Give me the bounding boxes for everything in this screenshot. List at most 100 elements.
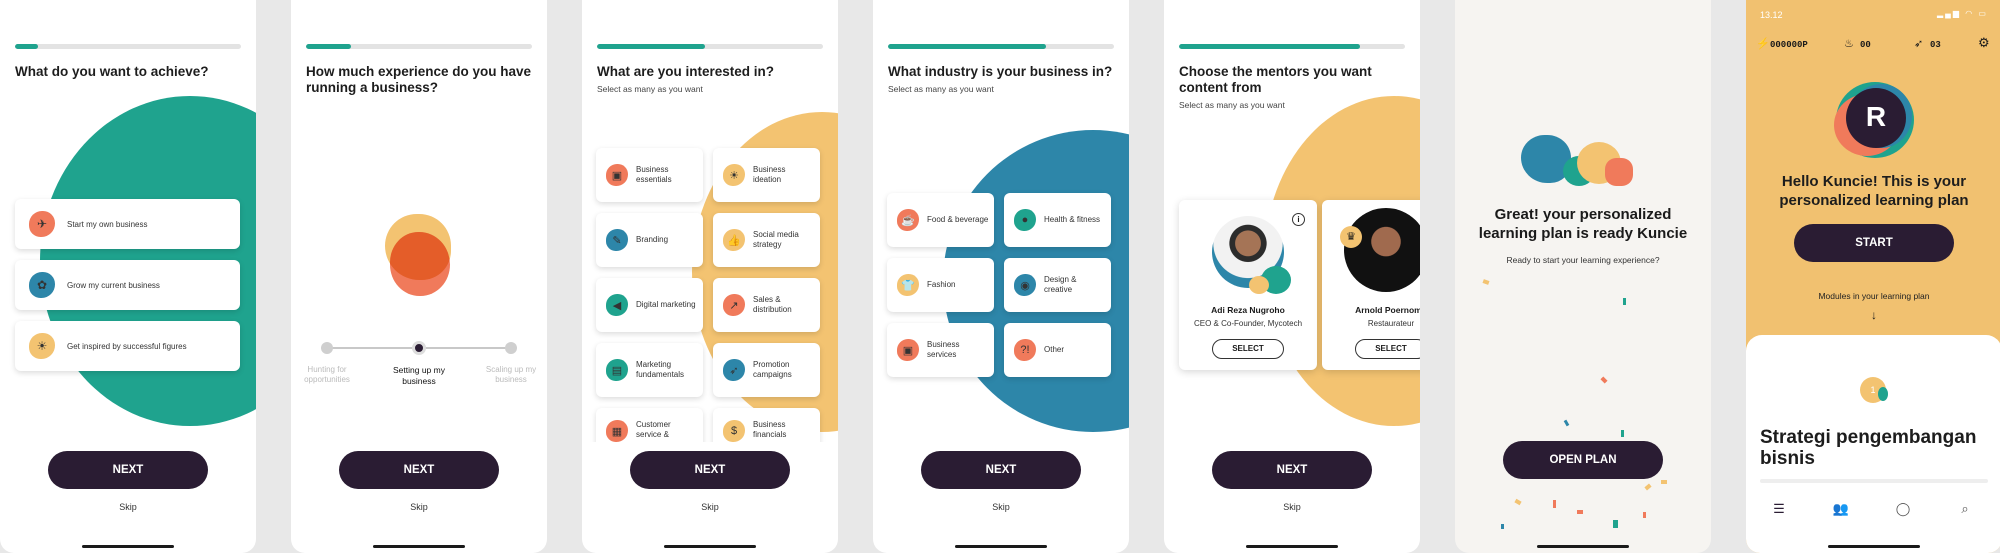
learning-plan-nav-icon[interactable]: ☰: [1770, 500, 1788, 518]
money-bag-icon: $: [723, 420, 745, 442]
modules-label: Modules in your learning plan: [1818, 291, 1930, 301]
option-social-media[interactable]: 👍 Social media strategy: [713, 213, 820, 267]
mentor-photo: [1344, 208, 1420, 292]
mentor-role: Restaurateur: [1367, 319, 1415, 328]
progress-bar: [306, 44, 532, 49]
confetti: [1553, 500, 1556, 508]
gear-icon[interactable]: ⚙: [1978, 35, 1990, 51]
option-label: Digital marketing: [636, 300, 696, 309]
option-label: Food & beverage: [927, 215, 989, 224]
rocket-counter: 03: [1930, 40, 1941, 50]
slider-dot-1[interactable]: [321, 342, 333, 354]
arrow-down-icon: ↓: [1871, 308, 1877, 322]
next-button[interactable]: NEXT: [48, 451, 208, 489]
option-business-financials[interactable]: $ Business financials: [713, 408, 820, 442]
option-label: Business services: [927, 340, 960, 359]
community-nav-icon[interactable]: 👥: [1832, 500, 1850, 518]
confetti: [1577, 510, 1583, 514]
megaphone-icon: ◀: [606, 294, 628, 316]
step-label: Hunting for opportunities: [304, 365, 350, 384]
select-button[interactable]: SELECT: [1212, 339, 1284, 359]
confetti: [1643, 512, 1646, 518]
confetti: [1661, 480, 1667, 484]
option-business-ideation[interactable]: ☀ Business ideation: [713, 148, 820, 202]
confetti: [1623, 298, 1626, 305]
next-button[interactable]: NEXT: [921, 451, 1081, 489]
option-branding[interactable]: ✎ Branding: [596, 213, 703, 267]
module-sheet: 1 Strategi pengembangan bisnis: [1746, 335, 2000, 553]
option-label: Marketing fundamentals: [636, 360, 685, 379]
skip-link[interactable]: Skip: [1164, 502, 1420, 512]
progress-bar: [1179, 44, 1405, 49]
lightning-icon: ⚡: [1756, 38, 1770, 50]
paper-plane-icon: ✈: [29, 211, 55, 237]
option-sales-distribution[interactable]: ↗ Sales & distribution: [713, 278, 820, 332]
confetti: [1644, 483, 1652, 491]
option-business-services[interactable]: ▣ Business services: [887, 323, 994, 377]
open-plan-button[interactable]: OPEN PLAN: [1503, 441, 1663, 479]
progress-bar: [15, 44, 241, 49]
mentor-card[interactable]: i Adi Reza Nugroho CEO & Co-Founder, Myc…: [1179, 200, 1317, 370]
search-nav-icon[interactable]: ⌕: [1956, 500, 1974, 518]
confetti: [1613, 520, 1618, 528]
screen-interests: What are you interested in? Select as ma…: [582, 0, 838, 553]
skip-link[interactable]: Skip: [291, 502, 547, 512]
mentor-role: CEO & Co-Founder, Mycotech: [1193, 319, 1303, 328]
option-grow-business[interactable]: ✿ Grow my current business: [15, 260, 240, 310]
confetti: [1501, 524, 1504, 529]
option-other[interactable]: ?! Other: [1004, 323, 1111, 377]
screen-plan-ready: Great! your personalized learning plan i…: [1455, 0, 1711, 553]
briefcase-icon: ▣: [606, 164, 628, 186]
course-progress-track: [1760, 479, 1988, 483]
mentor-name: Adi Reza Nugroho: [1211, 305, 1285, 315]
option-business-essentials[interactable]: ▣ Business essentials: [596, 148, 703, 202]
select-button[interactable]: SELECT: [1355, 339, 1420, 359]
option-label: Start my own business: [67, 219, 148, 229]
question-title: What industry is your business in?: [888, 64, 1113, 79]
option-label: Customer service &: [636, 420, 671, 439]
confetti: [1621, 430, 1624, 437]
confetti: [1563, 419, 1570, 427]
option-design-creative[interactable]: ◉ Design & creative: [1004, 258, 1111, 312]
option-health-fitness[interactable]: ● Health & fitness: [1004, 193, 1111, 247]
gift-icon: ▦: [606, 420, 628, 442]
option-label: Business essentials: [636, 165, 672, 184]
option-label: Business financials: [753, 420, 787, 439]
option-label: Sales & distribution: [753, 295, 792, 314]
option-get-inspired[interactable]: ☀ Get inspired by successful figures: [15, 321, 240, 371]
course-title[interactable]: Strategi pengembangan bisnis: [1760, 427, 1995, 469]
skip-link[interactable]: Skip: [582, 502, 838, 512]
status-icons: ▂▄▆ ◠ ▭: [1937, 9, 1988, 18]
option-food-beverage[interactable]: ☕ Food & beverage: [887, 193, 994, 247]
next-button[interactable]: NEXT: [1212, 451, 1372, 489]
skip-link[interactable]: Skip: [0, 502, 256, 512]
slider-dot-3[interactable]: [505, 342, 517, 354]
option-fashion[interactable]: 👕 Fashion: [887, 258, 994, 312]
plan-ready-title: Great! your personalized learning plan i…: [1478, 206, 1688, 242]
next-button[interactable]: NEXT: [339, 451, 499, 489]
skip-link[interactable]: Skip: [873, 502, 1129, 512]
plant-icon: ✿: [29, 272, 55, 298]
option-digital-marketing[interactable]: ◀ Digital marketing: [596, 278, 703, 332]
option-promotion-campaigns[interactable]: ➶ Promotion campaigns: [713, 343, 820, 397]
question-title: Choose the mentors you want content from: [1179, 64, 1372, 95]
option-marketing-fundamentals[interactable]: ▤ Marketing fundamentals: [596, 343, 703, 397]
slider-dot-2[interactable]: [412, 341, 426, 355]
step-label: Scaling up my business: [485, 365, 537, 384]
confetti: [1600, 376, 1608, 384]
lightbulb-icon: ☀: [723, 164, 745, 186]
option-start-business[interactable]: ✈ Start my own business: [15, 199, 240, 249]
step-label-selected: Setting up my business: [393, 365, 445, 386]
chat-nav-icon[interactable]: ◯: [1894, 500, 1912, 518]
option-label: Business ideation: [753, 165, 786, 184]
start-button[interactable]: START: [1794, 224, 1954, 262]
lightbulb-icon: ☀: [29, 333, 55, 359]
option-label: Health & fitness: [1044, 215, 1101, 224]
status-time: 13.12: [1760, 10, 1783, 20]
info-icon[interactable]: i: [1292, 213, 1305, 226]
confetti: [1482, 279, 1490, 285]
option-customer-service[interactable]: ▦ Customer service &: [596, 408, 703, 442]
mentor-card[interactable]: ♛ Arnold Poernomo Restaurateur SELECT: [1322, 200, 1420, 370]
option-label: Social media strategy: [753, 230, 799, 249]
next-button[interactable]: NEXT: [630, 451, 790, 489]
